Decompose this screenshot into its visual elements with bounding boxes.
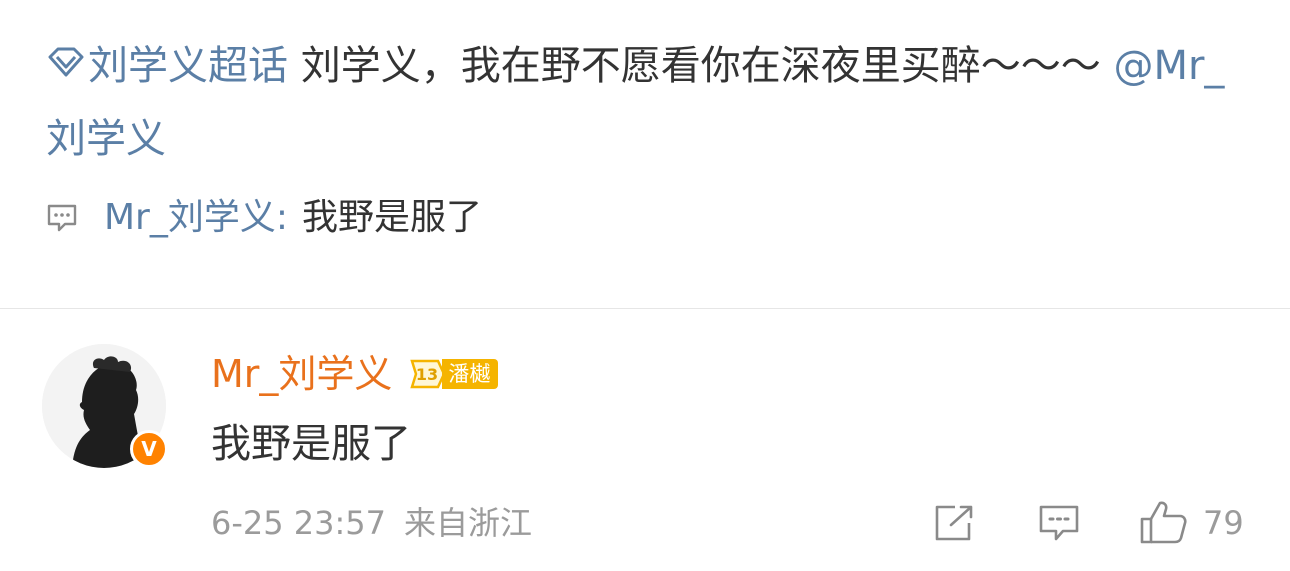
avatar[interactable]: V (42, 344, 168, 468)
post-content: 刘学义超话 刘学义，我在野不愿看你在深夜里买醉～～～ @Mr_刘学义 (46, 30, 1246, 176)
fan-level-name: 潘樾 (442, 359, 499, 389)
comment-icon (1039, 505, 1079, 541)
fan-level-shield-icon: 13 (408, 357, 446, 391)
post-text: 刘学义，我在野不愿看你在深夜里买醉～～～ (288, 43, 1101, 89)
comment-location: 来自浙江 (404, 504, 533, 542)
like-icon (1140, 501, 1187, 544)
topic-label: 刘学义超话 (88, 43, 288, 89)
repost-colon: : (275, 197, 289, 238)
share-button[interactable] (933, 503, 977, 543)
comment-meta: 6-25 23:57 来自浙江 (211, 500, 532, 546)
repost-line[interactable]: Mr_刘学义: 我野是服了 (46, 193, 482, 243)
comment-text: 我野是服了 (211, 421, 411, 467)
comment-username[interactable]: Mr_刘学义 (211, 346, 392, 402)
fan-level-number: 13 (416, 365, 438, 384)
comment-date: 6-25 23:57 (211, 504, 387, 542)
repost-text: 我野是服了 (302, 197, 483, 238)
topic-link[interactable]: 刘学义超话 (46, 43, 288, 89)
comment-button[interactable] (1038, 503, 1080, 543)
comment-username-row: Mr_刘学义 13 潘樾 (211, 346, 499, 402)
divider (0, 308, 1290, 309)
repost-username[interactable]: Mr_刘学义 (104, 193, 276, 243)
share-icon (935, 505, 973, 541)
verified-icon: V (130, 430, 168, 468)
like-button[interactable] (1138, 499, 1188, 545)
topic-diamond-icon (46, 42, 86, 82)
comment-icon (46, 203, 78, 233)
like-count: 79 (1203, 504, 1244, 542)
fan-level-badge[interactable]: 13 潘樾 (408, 357, 499, 391)
